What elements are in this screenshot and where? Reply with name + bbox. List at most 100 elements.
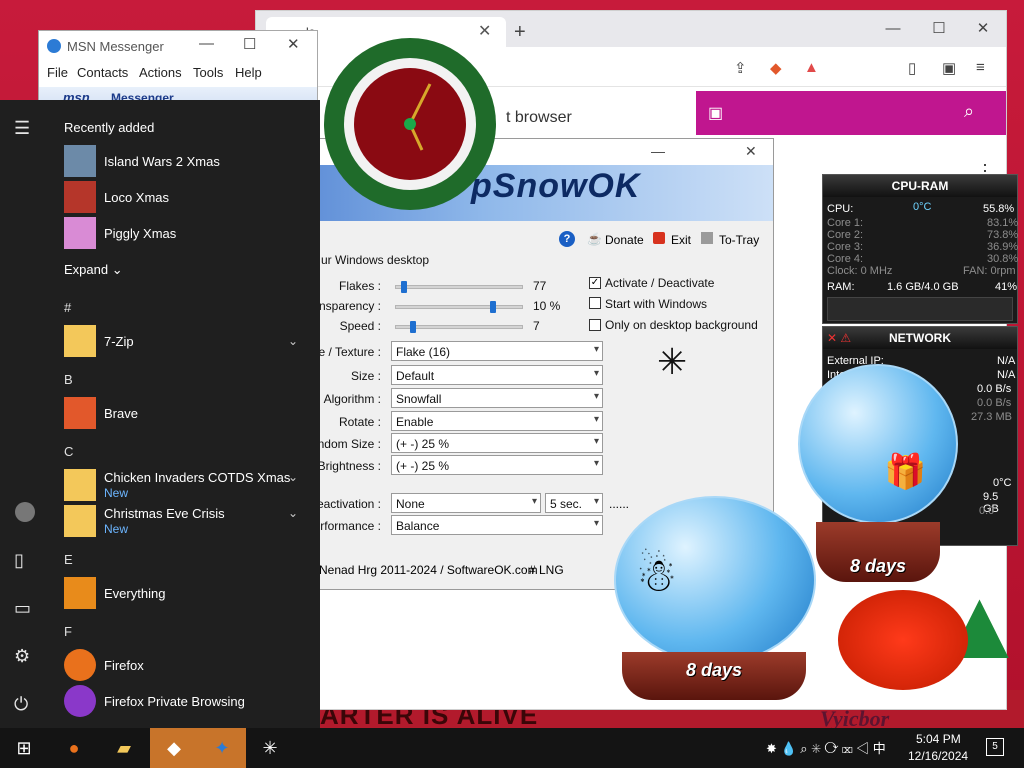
start-with-windows-label: Start with Windows	[605, 297, 708, 311]
section-c[interactable]: C	[64, 444, 73, 459]
ram-label: RAM:	[827, 281, 855, 293]
language-link[interactable]: # LNG	[529, 563, 564, 577]
folder-icon	[64, 505, 96, 537]
minimize-icon[interactable]: —	[870, 15, 916, 43]
app-everything[interactable]: Everything	[104, 586, 165, 601]
deactivation-seconds-select[interactable]: 5 sec. ▾	[545, 493, 603, 513]
taskbar-brave-icon[interactable]: ◆	[150, 728, 198, 768]
chevron-down-icon[interactable]: ⌄	[288, 506, 298, 520]
app-island-wars[interactable]: Island Wars 2 Xmas	[104, 154, 220, 169]
wallet-page-icon[interactable]: ▣	[708, 103, 723, 123]
chevron-down-icon[interactable]: ⌄	[288, 334, 298, 348]
brightness-select[interactable]: (+ -) 25 % ▾	[391, 455, 603, 475]
network-gadget-title: NETWORK	[823, 327, 1017, 349]
share-icon[interactable]: ⇪	[734, 59, 747, 77]
app-loco-xmas[interactable]: Loco Xmas	[104, 190, 169, 205]
power-icon[interactable]: ⏻	[14, 694, 28, 715]
copyright-link[interactable]: Nenad Hrg 2011-2024 / SoftwareOK.com	[319, 563, 538, 577]
size-select[interactable]: Default ▾	[391, 365, 603, 385]
to-tray-button[interactable]: To-Tray	[719, 233, 759, 247]
start-with-windows-checkbox[interactable]	[589, 297, 601, 309]
section-e[interactable]: E	[64, 552, 73, 567]
wallet-icon[interactable]: ▣	[942, 59, 956, 77]
new-badge: New	[104, 522, 129, 536]
expand-button[interactable]: Expand ⌄	[64, 262, 123, 278]
app-7zip[interactable]: 7-Zip	[104, 334, 134, 349]
search-icon[interactable]: ⌕	[964, 101, 974, 122]
section-b[interactable]: B	[64, 372, 73, 387]
user-avatar-icon[interactable]	[15, 502, 35, 522]
activate-checkbox[interactable]: ✓	[589, 277, 601, 289]
msn-menu-actions[interactable]: Actions	[139, 65, 182, 80]
ram-graph	[827, 297, 1013, 321]
chevron-down-icon[interactable]: ⌄	[288, 470, 298, 484]
documents-icon[interactable]: ▯	[14, 550, 24, 571]
taskbar-explorer-icon[interactable]: ▰	[100, 728, 148, 768]
msn-minimize-icon[interactable]: —	[199, 35, 214, 52]
snow-globe-right[interactable]	[798, 364, 958, 524]
msn-menu-tools[interactable]: Tools	[193, 65, 223, 80]
random-size-select[interactable]: (+ -) 25 % ▾	[391, 433, 603, 453]
exit-button[interactable]: Exit	[671, 233, 691, 247]
performance-select[interactable]: Balance ▾	[391, 515, 603, 535]
network-alert-icon: ✕ ⚠	[827, 331, 852, 345]
transparency-slider-thumb[interactable]	[490, 301, 497, 313]
app-chicken-invaders[interactable]: Chicken Invaders COTDS Xmas	[104, 470, 290, 485]
ram-value: 1.6 GB/4.0 GB	[887, 281, 959, 293]
msn-menu-file[interactable]: File	[47, 65, 68, 80]
app-firefox-private[interactable]: Firefox Private Browsing	[104, 694, 245, 709]
algorithm-select[interactable]: Snowfall ▾	[391, 388, 603, 408]
new-tab-icon[interactable]: +	[514, 21, 526, 44]
wreath-clock-gadget[interactable]	[318, 6, 508, 216]
hamburger-menu-icon[interactable]: ☰	[14, 118, 30, 139]
cpu-label: CPU:	[827, 203, 854, 215]
new-badge: New	[104, 486, 129, 500]
snow-close-icon[interactable]: ✕	[745, 143, 757, 160]
section-hash[interactable]: #	[64, 300, 71, 315]
deactivation-select[interactable]: None ▾	[391, 493, 541, 513]
rotate-select[interactable]: Enable ▾	[391, 411, 603, 431]
taskbar-msn-icon[interactable]: ✦	[198, 728, 246, 768]
snowflake-preview-icon: ✳	[657, 341, 688, 382]
pictures-icon[interactable]: ▭	[14, 598, 31, 619]
transparency-slider[interactable]	[395, 305, 523, 309]
brave-shield-icon[interactable]: ◆	[770, 59, 782, 77]
msn-maximize-icon[interactable]: ☐	[243, 35, 256, 53]
help-icon[interactable]: ?	[559, 231, 575, 247]
flakes-slider[interactable]	[395, 285, 523, 289]
core4-value: 30.8%	[987, 253, 1019, 265]
app-christmas-eve-crisis[interactable]: Christmas Eve Crisis	[104, 506, 225, 521]
msn-menu-contacts[interactable]: Contacts	[77, 65, 128, 80]
sidebar-icon[interactable]: ▯	[908, 59, 916, 77]
cpu-ram-gadget[interactable]: CPU-RAM CPU: 0°C 55.8% Core 1: 83.1% Cor…	[822, 174, 1018, 324]
clock-time[interactable]: 5:04 PM	[916, 732, 961, 746]
msn-close-icon[interactable]: ✕	[287, 35, 300, 53]
desktop-only-checkbox[interactable]	[589, 319, 601, 331]
taskbar-snow-icon[interactable]: ✳	[246, 728, 294, 768]
brave-rewards-icon[interactable]: ▲	[804, 59, 819, 76]
flakes-slider-thumb[interactable]	[401, 281, 408, 293]
snow-minimize-icon[interactable]: —	[651, 143, 665, 159]
start-menu: ☰ ▯ ▭ ⚙ ⏻ Recently added Island Wars 2 X…	[0, 100, 320, 728]
donate-button[interactable]: Donate	[605, 233, 644, 247]
maximize-icon[interactable]: ☐	[916, 15, 962, 43]
app-piggly-xmas[interactable]: Piggly Xmas	[104, 226, 176, 241]
texture-select[interactable]: Flake (16) ▾	[391, 341, 603, 361]
settings-gear-icon[interactable]: ⚙	[14, 646, 30, 667]
app-firefox[interactable]: Firefox	[104, 658, 144, 673]
menu-icon[interactable]: ≡	[976, 59, 985, 76]
taskbar-firefox-icon[interactable]: ●	[50, 728, 98, 768]
tray-icons[interactable]: ✸ 💧 ⌕ ✳ ⟳ ⌧ ◁ 中	[766, 738, 886, 757]
msn-menu-help[interactable]: Help	[235, 65, 262, 80]
app-brave[interactable]: Brave	[104, 406, 138, 421]
close-icon[interactable]: ✕	[960, 15, 1006, 43]
speed-slider-thumb[interactable]	[409, 321, 416, 333]
notification-center-icon[interactable]: 5	[986, 738, 1004, 756]
section-f[interactable]: F	[64, 624, 72, 639]
countdown-right: 8 days	[849, 556, 907, 576]
start-button[interactable]: ⊞	[0, 728, 48, 768]
deactivation-seconds-value: 5 sec.	[550, 497, 583, 511]
wreath-clock-icon	[324, 38, 496, 210]
clock-date[interactable]: 12/16/2024	[908, 749, 968, 763]
deactivation-dots: ......	[609, 497, 630, 511]
